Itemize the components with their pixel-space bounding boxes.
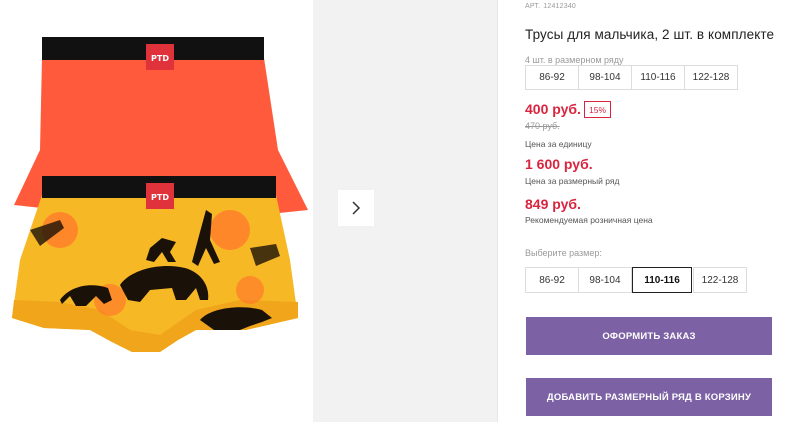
product-title: Трусы для мальчика, 2 шт. в комплекте: [525, 27, 775, 42]
sku-label: АРТ.: [525, 3, 541, 10]
next-image-button[interactable]: [338, 190, 374, 226]
chevron-right-icon: [352, 201, 361, 215]
checkout-button[interactable]: ОФОРМИТЬ ЗАКАЗ: [526, 317, 772, 355]
size-row-item: 86-92: [525, 65, 579, 90]
rrp-price: 849 руб.: [525, 196, 581, 212]
column-divider: [497, 0, 498, 422]
size-option-122-128[interactable]: 122-128: [693, 267, 747, 293]
choose-size-label: Выберите размер:: [525, 248, 602, 258]
size-row-list: 86-92 98-104 110-116 122-128: [525, 65, 738, 90]
discount-badge: 15%: [584, 101, 612, 118]
row-price: 1 600 руб.: [525, 156, 593, 172]
rrp-note: Рекомендуемая розничная цена: [525, 215, 653, 225]
sku: АРТ. 12412340: [525, 3, 579, 10]
row-price-note: Цена за размерный ряд: [525, 176, 620, 186]
size-row-item: 110-116: [631, 65, 685, 90]
boxer-briefs-image: PTD PTD: [12, 37, 308, 352]
add-size-row-to-cart-button[interactable]: ДОБАВИТЬ РАЗМЕРНЫЙ РЯД В КОРЗИНУ: [526, 378, 772, 416]
sku-value: 12412340: [543, 3, 577, 10]
size-selector: 86-92 98-104 110-116 122-128: [525, 267, 747, 293]
current-price: 400 руб.: [525, 101, 581, 117]
size-option-98-104[interactable]: 98-104: [578, 267, 632, 293]
product-photo: PTD PTD: [0, 0, 313, 422]
size-row-item: 98-104: [578, 65, 632, 90]
size-row-label: 4 шт. в размерном ряду: [525, 55, 624, 65]
size-option-86-92[interactable]: 86-92: [525, 267, 579, 293]
size-row-item: 122-128: [684, 65, 738, 90]
size-option-110-116[interactable]: 110-116: [632, 267, 692, 293]
old-price: 470 руб.: [525, 121, 560, 131]
brand-tag-front: PTD: [151, 193, 169, 202]
unit-price-note: Цена за единицу: [525, 139, 592, 149]
brand-tag-back: PTD: [151, 54, 169, 63]
